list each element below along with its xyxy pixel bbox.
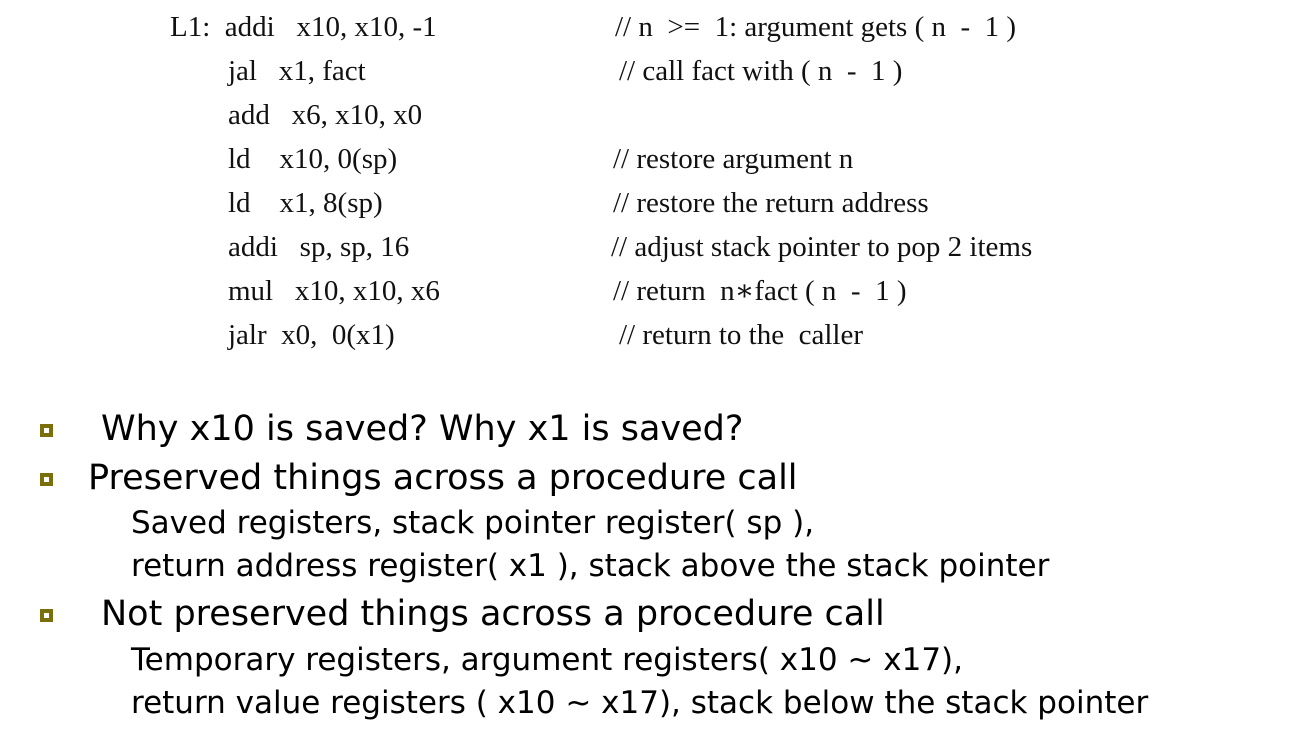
- code-line-5: ld x1, 8(sp): [228, 187, 383, 219]
- code-line-2: jal x1, fact: [228, 55, 366, 87]
- code-line-4: ld x10, 0(sp): [228, 143, 398, 175]
- bullet-2-text: Preserved things across a procedure call: [88, 458, 798, 498]
- code-comment-8: // return to the caller: [619, 319, 863, 351]
- bullet-3-sub-1: Temporary registers, argument registers(…: [131, 642, 963, 678]
- bullet-3-sub-2: return value registers ( x10 ~ x17), sta…: [131, 685, 1149, 721]
- code-line-6: addi sp, sp, 16: [228, 231, 410, 263]
- bullet-3-text: Not preserved things across a procedure …: [101, 594, 885, 634]
- code-comment-7: // return n∗fact ( n - 1 ): [613, 275, 907, 307]
- code-line-8: jalr x0, 0(x1): [228, 319, 395, 351]
- code-comment-5: // restore the return address: [613, 187, 929, 219]
- code-comment-1: // n >= 1: argument gets ( n - 1 ): [615, 11, 1017, 43]
- bullet-square-icon: [40, 609, 53, 622]
- bullet-1-text: Why x10 is saved? Why x1 is saved?: [101, 409, 744, 449]
- code-line-3: add x6, x10, x0: [228, 99, 423, 131]
- code-comment-4: // restore argument n: [613, 143, 854, 175]
- code-comment-6: // adjust stack pointer to pop 2 items: [611, 231, 1033, 263]
- code-comment-2: // call fact with ( n - 1 ): [619, 55, 903, 87]
- bullet-2-sub-2: return address register( x1 ), stack abo…: [131, 548, 1050, 584]
- bullet-2-sub-1: Saved registers, stack pointer register(…: [131, 505, 815, 541]
- bullet-square-icon: [40, 424, 53, 437]
- code-line-7: mul x10, x10, x6: [228, 275, 440, 307]
- bullet-square-icon: [40, 473, 53, 486]
- code-line-1: L1: addi x10, x10, -1: [170, 11, 437, 43]
